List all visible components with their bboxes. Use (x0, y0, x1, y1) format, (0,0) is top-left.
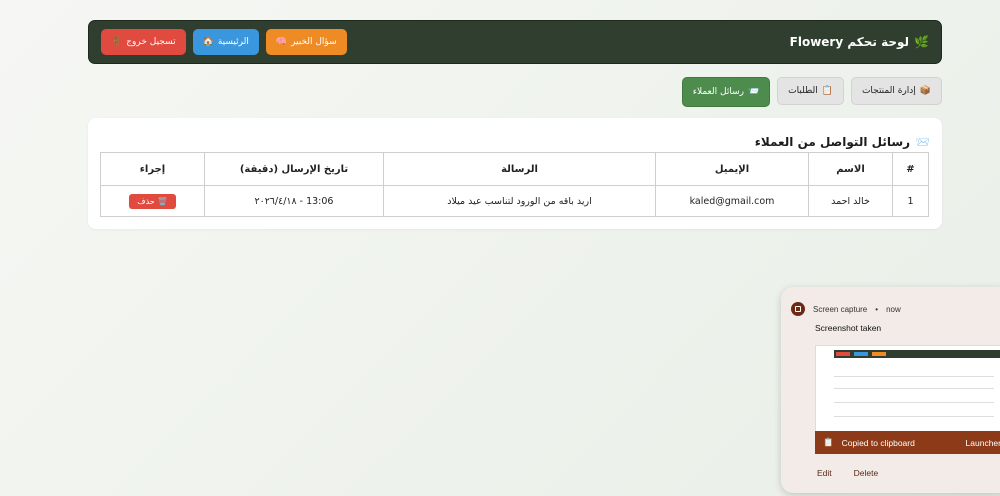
cell-action: 🗑️ حذف (100, 185, 205, 217)
thumbnail-row (834, 402, 994, 403)
cell-number: 1 (892, 185, 929, 217)
tab-orders-label: الطلبات (788, 86, 818, 96)
logout-button[interactable]: 🚪 تسجيل خروج (101, 29, 186, 55)
notification-app: Screen capture (813, 304, 868, 314)
copied-label: Copied to clipboard (841, 437, 915, 448)
home-button[interactable]: 🏠 الرئيسية (192, 29, 259, 55)
cell-email: kaled@gmail.com (655, 185, 809, 217)
cell-name: خالد احمد (808, 185, 893, 217)
thumbnail-button (872, 352, 886, 356)
messages-title-text: رسائل التواصل من العملاء (754, 135, 911, 149)
envelope-icon: 📨 (747, 87, 760, 97)
cell-date: ٢٠٢٦/٤/١٨ - 13:06 (204, 185, 384, 217)
envelope-icon: 📨 (915, 135, 930, 149)
launcher-label: Launcher (965, 437, 1000, 448)
tab-messages-label: رسائل العملاء (692, 87, 744, 97)
screen-capture-icon (791, 302, 805, 316)
package-icon: 📦 (919, 86, 931, 96)
col-message: الرسالة (383, 152, 656, 186)
date-value: ٢٠٢٦/٤/١٨ - 13:06 (254, 195, 334, 207)
logout-label: تسجيل خروج (126, 37, 176, 47)
thumbnail-button (836, 352, 850, 356)
col-action: إجراء (100, 152, 205, 186)
ask-expert-label: سؤال الخبير (291, 37, 337, 47)
screenshot-thumbnail[interactable] (815, 345, 1000, 441)
table-row: 1 خالد احمد kaled@gmail.com اريد باقه من… (100, 185, 929, 217)
ask-expert-button[interactable]: 🧠 سؤال الخبير (265, 29, 347, 55)
cell-message: اريد باقه من الورود لتناسب عيد ميلاد (383, 185, 656, 217)
tab-products[interactable]: 📦 إدارة المنتجات (850, 77, 942, 105)
thumbnail-row (834, 416, 994, 417)
delete-message-button[interactable]: 🗑️ حذف (129, 193, 176, 209)
notification-title: Screenshot taken (815, 323, 882, 333)
col-name: الاسم (808, 152, 893, 186)
brand-title: 🌿 لوحة تحكم Flowery (790, 35, 929, 49)
section-tabs: 📦 إدارة المنتجات 📋 الطلبات 📨 رسائل العمل… (681, 77, 942, 107)
leaf-icon: 🌿 (914, 35, 929, 49)
tab-customer-messages[interactable]: 📨 رسائل العملاء (681, 77, 771, 107)
home-icon: 🏠 (202, 37, 214, 47)
brand-label: لوحة تحكم Flowery (789, 35, 910, 49)
notification-actions: Edit Delete (817, 468, 878, 478)
tab-products-label: إدارة المنتجات (861, 86, 916, 96)
notification-dot: • (875, 304, 879, 314)
home-label: الرئيسية (217, 37, 249, 47)
door-icon: 🚪 (111, 37, 123, 47)
trash-icon: 🗑️ (157, 196, 168, 206)
col-email: الإيميل (655, 152, 809, 186)
tab-orders[interactable]: 📋 الطلبات (777, 77, 844, 105)
thumbnail-button (854, 352, 868, 356)
clipboard-icon: 📋 (823, 437, 834, 447)
clipboard-bar: 📋 Copied to clipboard Launcher (815, 431, 1000, 454)
edit-button[interactable]: Edit (817, 468, 832, 478)
thumbnail-row (834, 376, 994, 377)
notification-header: Screen capture • now (791, 302, 901, 316)
thumbnail-row (834, 388, 994, 389)
delete-label: حذف (137, 196, 155, 206)
messages-table: # الاسم الإيميل الرسالة تاريخ الإرسال (د… (100, 152, 929, 217)
delete-button[interactable]: Delete (854, 468, 879, 478)
messages-card: 📨 رسائل التواصل من العملاء # الاسم الإيم… (88, 118, 942, 229)
header-actions: 🚪 تسجيل خروج 🏠 الرئيسية 🧠 سؤال الخبير (101, 29, 347, 55)
clipboard-icon: 📋 (821, 86, 833, 96)
notification-time: now (886, 304, 901, 314)
screenshot-notification[interactable]: Screen capture • now Screenshot taken 📋 … (781, 287, 1000, 493)
messages-title: 📨 رسائل التواصل من العملاء (100, 132, 930, 152)
brain-icon: 🧠 (275, 37, 288, 47)
top-header: 🚪 تسجيل خروج 🏠 الرئيسية 🧠 سؤال الخبير 🌿 … (88, 20, 942, 64)
col-date: تاريخ الإرسال (دقيقة) (204, 152, 384, 186)
col-number: # (892, 152, 929, 186)
table-header-row: # الاسم الإيميل الرسالة تاريخ الإرسال (د… (100, 152, 929, 186)
